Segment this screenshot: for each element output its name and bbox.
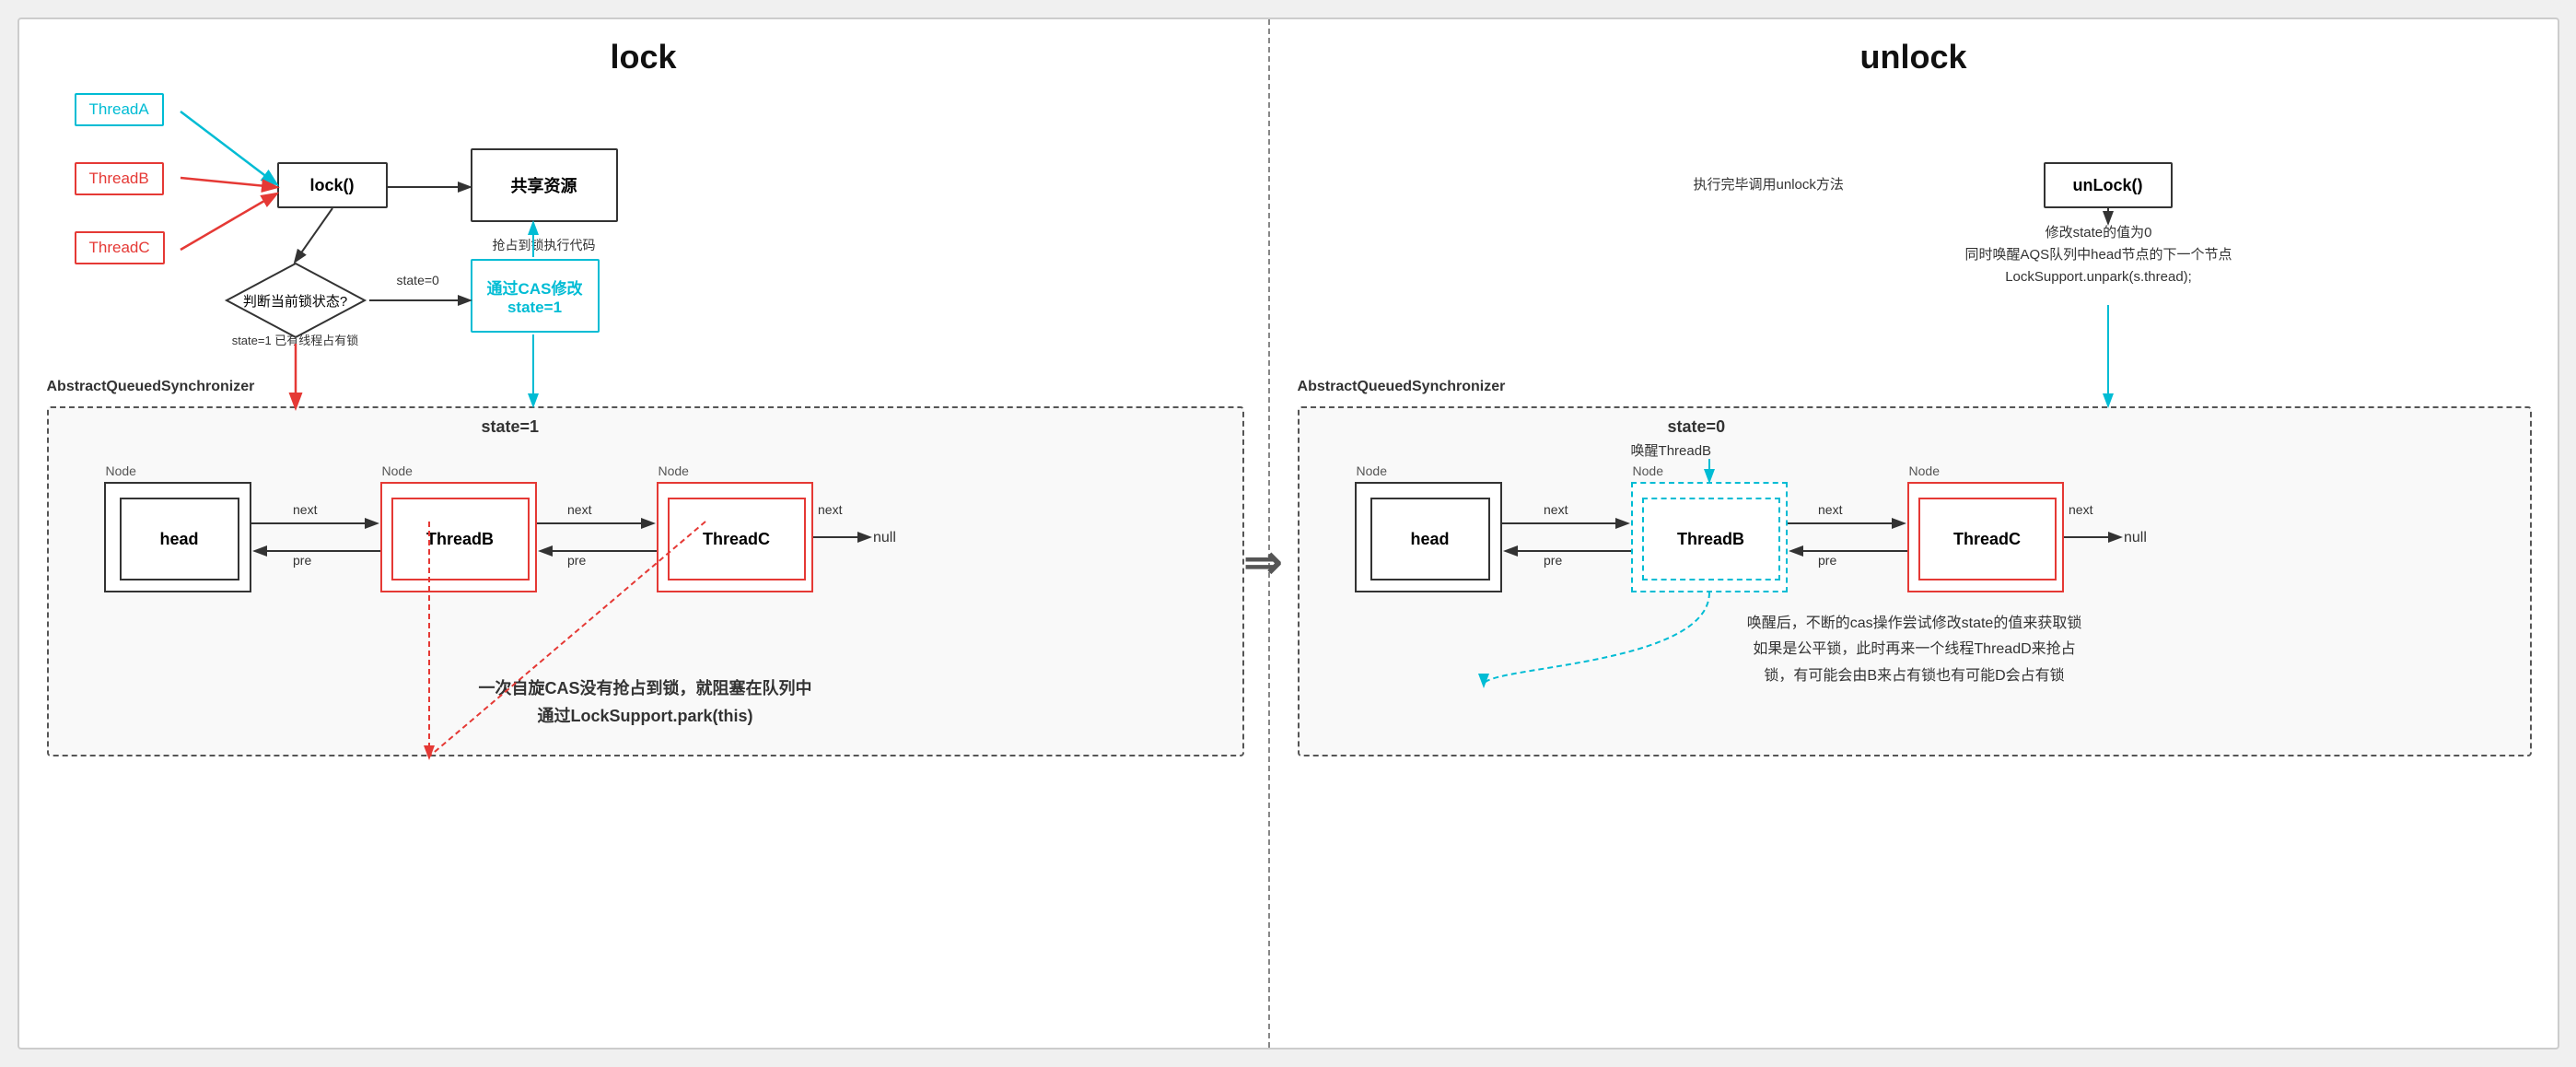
- svg-text:null: null: [873, 530, 896, 545]
- svg-text:next: next: [818, 502, 843, 517]
- unlock-label: 执行完毕调用unlock方法: [1694, 174, 1844, 193]
- node-threadb-unlock-inner: ThreadB: [1642, 498, 1780, 580]
- svg-text:pre: pre: [293, 553, 311, 568]
- svg-text:next: next: [293, 502, 318, 517]
- lock-function-box: lock(): [277, 162, 388, 208]
- node-head-unlock-inner: head: [1370, 498, 1490, 580]
- main-container: lock ThreadA ThreadB ThreadC lock() 共享资源…: [17, 18, 2559, 1049]
- cas-text: 通过CAS修改state=1: [487, 276, 583, 317]
- bottom-text1-lock: 一次自旋CAS没有抢占到锁，就阻塞在队列中: [49, 675, 1242, 699]
- node-head-label: Node: [106, 463, 136, 478]
- node-threadc-unlock-label: Node: [1909, 463, 1940, 478]
- node-head-unlock-label: Node: [1357, 463, 1387, 478]
- node-threadc-inner: ThreadC: [668, 498, 806, 580]
- thread-a-box: ThreadA: [75, 93, 164, 126]
- state1-label: state=1 已有线程占有锁: [222, 331, 369, 348]
- node-threadb-container: Node ThreadB: [380, 482, 537, 592]
- svg-text:next: next: [567, 502, 592, 517]
- node-threadc-label: Node: [659, 463, 689, 478]
- node-threadb-label: Node: [382, 463, 413, 478]
- diamond-shape: 判断当前锁状态?: [222, 259, 369, 342]
- node-threadb-unlock-label: Node: [1633, 463, 1663, 478]
- wakeup-label: 唤醒ThreadB: [1631, 440, 1712, 460]
- cas-box: 通过CAS修改state=1: [471, 259, 600, 333]
- thread-b-box: ThreadB: [75, 162, 164, 195]
- node-threadc-container: Node ThreadC: [657, 482, 813, 592]
- shared-label: 抢占到锁执行代码: [471, 236, 618, 254]
- svg-text:pre: pre: [1818, 553, 1836, 568]
- node-head-inner: head: [120, 498, 239, 580]
- aqs-state-lock: state=1: [482, 417, 540, 437]
- unlock-title: unlock: [1270, 19, 2558, 76]
- bottom-text-unlock: 唤醒后，不断的cas操作尝试修改state的值来获取锁 如果是公平锁，此时再来一…: [1300, 611, 2530, 690]
- aqs-label-lock: AbstractQueuedSynchronizer: [47, 379, 255, 395]
- modify-text: 修改state的值为0 同时唤醒AQS队列中head节点的下一个节点 LockS…: [1915, 222, 2283, 288]
- bottom-text2-lock: 通过LockSupport.park(this): [49, 703, 1242, 727]
- node-head-container: Node head: [104, 482, 251, 592]
- node-head-unlock-container: Node head: [1355, 482, 1502, 592]
- svg-text:null: null: [2124, 530, 2147, 545]
- diamond-text: 判断当前锁状态?: [243, 291, 347, 311]
- node-threadc-unlock-container: Node ThreadC: [1907, 482, 2064, 592]
- aqs-container-lock: state=1 Node head Node ThreadB Node Thre…: [47, 406, 1244, 756]
- thread-c-box: ThreadC: [75, 231, 165, 264]
- node-threadb-inner: ThreadB: [391, 498, 530, 580]
- state0-label: state=0: [397, 273, 439, 287]
- unlock-function-box: unLock(): [2044, 162, 2173, 208]
- lock-panel: lock ThreadA ThreadB ThreadC lock() 共享资源…: [19, 19, 1270, 1048]
- node-threadc-unlock-inner: ThreadC: [1918, 498, 2057, 580]
- svg-text:pre: pre: [567, 553, 586, 568]
- unlock-panel: unlock unLock() 执行完毕调用unlock方法 修改state的值…: [1270, 19, 2558, 1048]
- lock-title: lock: [19, 19, 1268, 76]
- svg-text:next: next: [1818, 502, 1843, 517]
- aqs-state-unlock: state=0: [1668, 417, 1726, 437]
- svg-text:pre: pre: [1544, 553, 1562, 568]
- aqs-label-unlock: AbstractQueuedSynchronizer: [1298, 379, 1506, 395]
- node-threadb-unlock-container: Node ThreadB: [1631, 482, 1788, 592]
- svg-text:next: next: [1544, 502, 1568, 517]
- aqs-container-unlock: state=0 唤醒ThreadB Node head Node ThreadB…: [1298, 406, 2532, 756]
- svg-text:next: next: [2069, 502, 2093, 517]
- shared-resource-box: 共享资源: [471, 148, 618, 222]
- transition-arrow: ⇒: [1244, 535, 1283, 589]
